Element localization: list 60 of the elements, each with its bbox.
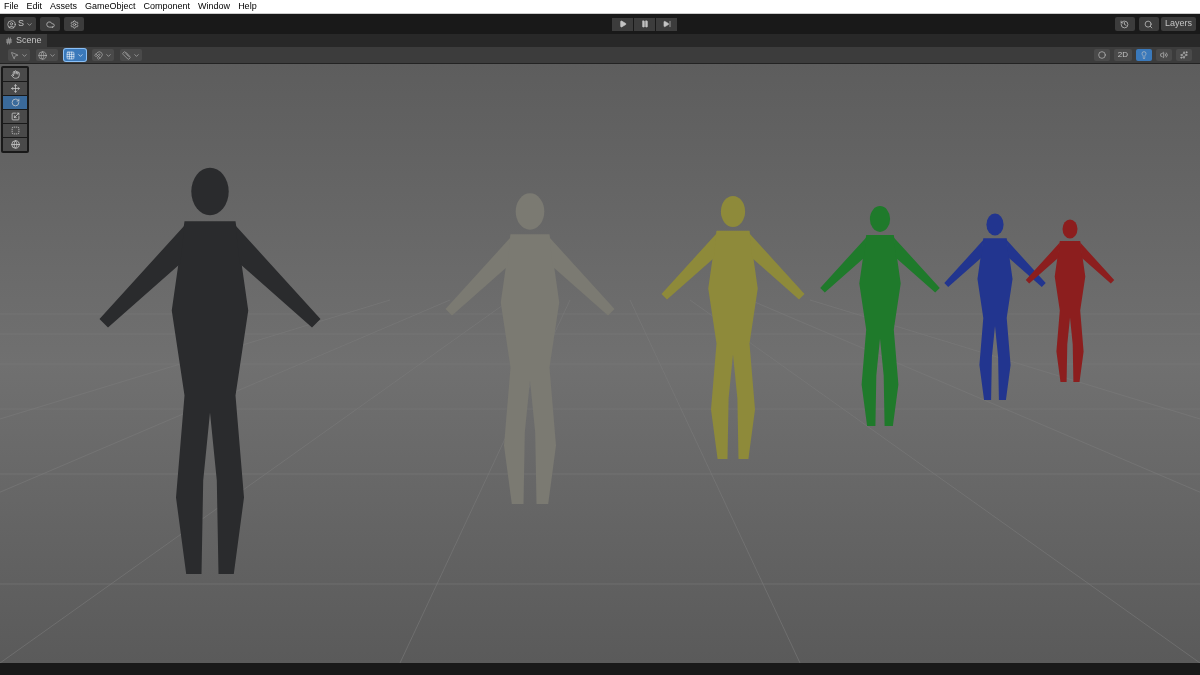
search-button[interactable] bbox=[1139, 17, 1159, 31]
scale-icon bbox=[10, 112, 20, 121]
history-icon bbox=[1120, 19, 1130, 29]
hand-icon bbox=[10, 70, 20, 79]
ruler-icon bbox=[122, 50, 131, 60]
menu-item[interactable]: Assets bbox=[50, 2, 78, 11]
pause-button[interactable] bbox=[634, 17, 655, 31]
rect-tool[interactable] bbox=[3, 124, 27, 137]
grid-button[interactable] bbox=[64, 49, 86, 61]
shading-icon bbox=[1097, 51, 1106, 59]
transform-tool[interactable] bbox=[3, 138, 27, 151]
effects-toggle[interactable] bbox=[1176, 49, 1192, 61]
menu-item[interactable]: GameObject bbox=[85, 2, 136, 11]
global-button[interactable] bbox=[36, 49, 58, 61]
snap-button[interactable] bbox=[92, 49, 114, 61]
grid-icon bbox=[66, 50, 75, 60]
cloud-button[interactable] bbox=[40, 17, 60, 31]
lightbulb-icon bbox=[1140, 51, 1148, 59]
account-icon bbox=[7, 19, 16, 29]
layers-dropdown[interactable]: Layers bbox=[1161, 17, 1196, 31]
globe-icon bbox=[38, 50, 47, 60]
hand-tool[interactable] bbox=[3, 68, 27, 81]
search-icon bbox=[1144, 19, 1154, 29]
caret-icon bbox=[133, 51, 140, 59]
pause-icon bbox=[640, 20, 649, 28]
2d-toggle[interactable]: 2D bbox=[1113, 49, 1132, 61]
history-button[interactable] bbox=[1115, 17, 1135, 31]
caret-icon bbox=[21, 51, 28, 59]
menu-item[interactable]: Edit bbox=[26, 2, 43, 11]
play-button[interactable] bbox=[612, 17, 633, 31]
rotate-icon bbox=[10, 98, 20, 107]
caret-icon bbox=[105, 51, 112, 59]
grid-icon bbox=[5, 36, 13, 45]
rotate-tool[interactable] bbox=[3, 96, 27, 109]
rect-icon bbox=[10, 126, 20, 135]
step-button[interactable] bbox=[656, 17, 677, 31]
step-forward-icon bbox=[662, 20, 671, 28]
cloud-icon bbox=[45, 19, 55, 29]
audio-icon bbox=[1160, 51, 1168, 59]
caret-icon bbox=[49, 51, 56, 59]
audio-toggle[interactable] bbox=[1156, 49, 1172, 61]
settings-icon bbox=[69, 19, 79, 29]
lighting-toggle[interactable] bbox=[1136, 49, 1152, 61]
caret-icon bbox=[77, 51, 84, 59]
caret-icon bbox=[26, 20, 33, 28]
menu-item[interactable]: File bbox=[4, 2, 19, 11]
shading-toggle[interactable] bbox=[1093, 49, 1110, 61]
account-dropdown[interactable]: S bbox=[4, 17, 36, 31]
menu-item[interactable]: Window bbox=[198, 2, 231, 11]
scale-tool[interactable] bbox=[3, 110, 27, 123]
move-tool[interactable] bbox=[3, 82, 27, 95]
increment-button[interactable] bbox=[120, 49, 142, 61]
scene-tab[interactable]: Scene bbox=[0, 34, 47, 47]
effects-icon bbox=[1180, 51, 1188, 59]
move-icon bbox=[10, 84, 20, 93]
menu-item[interactable]: Component bbox=[143, 2, 191, 11]
pivot-button[interactable] bbox=[8, 49, 30, 61]
settings-button[interactable] bbox=[64, 17, 84, 31]
menu-item[interactable]: Help bbox=[238, 2, 257, 11]
play-icon bbox=[618, 20, 627, 28]
